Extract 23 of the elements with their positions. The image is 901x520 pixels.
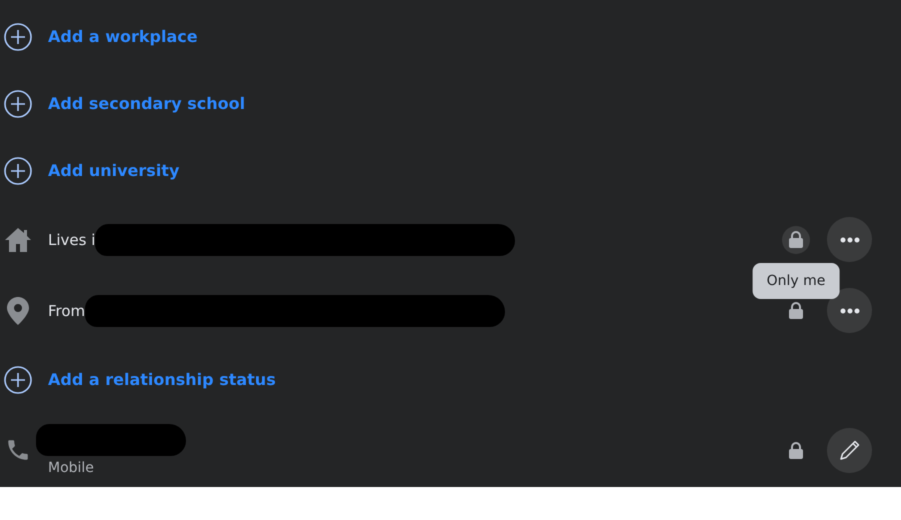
add-icon [4,90,32,118]
more-button[interactable] [827,288,872,333]
add-icon [4,22,32,50]
phone-type-label: Mobile [48,460,94,476]
lock-icon [789,442,803,458]
more-icon [840,236,860,242]
lock-icon [789,231,803,248]
pencil-icon [838,438,862,462]
lock-icon [789,302,803,319]
add-link[interactable]: Add university [48,161,180,180]
add-link[interactable]: Add a workplace [48,27,198,46]
more-button[interactable] [827,217,872,262]
more-icon [840,308,860,314]
edit-button[interactable] [827,428,872,472]
location-pin-icon [7,296,29,324]
add-icon [4,156,32,184]
tooltip: Only me [752,262,840,298]
add-icon [4,366,32,394]
add-link[interactable]: Add secondary school [48,94,246,113]
info-text: From [48,302,86,320]
home-icon [4,226,32,252]
add-link[interactable]: Add a relationship status [48,370,276,389]
info-text: Lives i [48,230,96,248]
